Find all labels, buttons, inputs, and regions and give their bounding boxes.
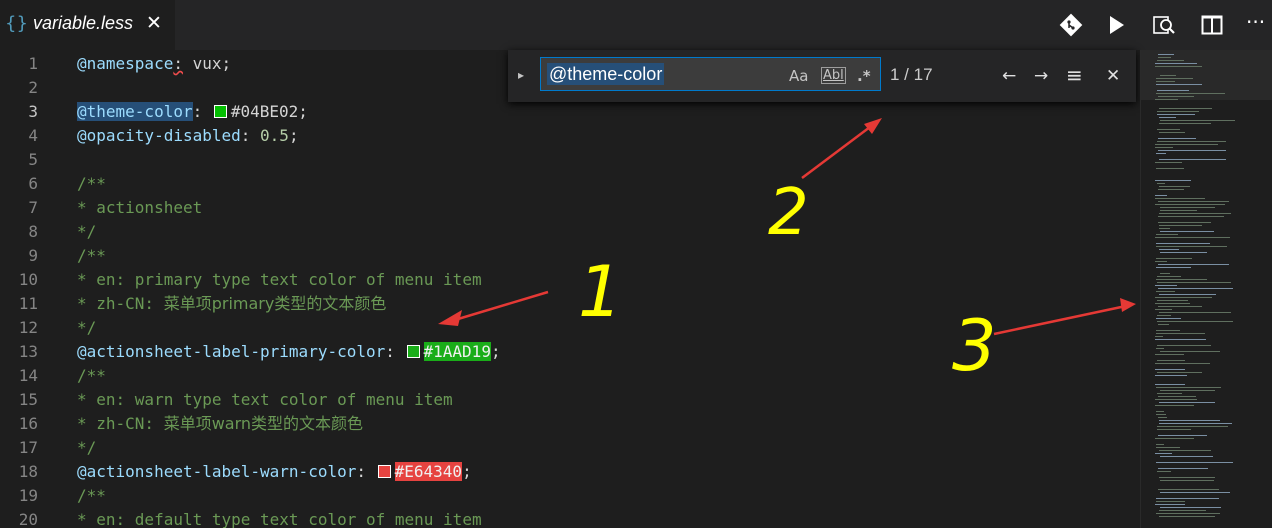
annotation-arrowhead-3 <box>1120 298 1136 312</box>
annotation-label-3: 3 <box>952 305 997 387</box>
annotation-arrowhead-2 <box>864 118 882 134</box>
annotation-label-1: 1 <box>578 251 623 333</box>
annotation-arrow-2 <box>801 123 875 179</box>
annotation-arrow-1 <box>447 290 549 324</box>
annotation-arrowhead-1 <box>438 310 462 326</box>
annotation-overlay: 1 2 3 <box>438 118 1136 387</box>
annotation-arrow-3 <box>993 304 1127 336</box>
annotation-label-2: 2 <box>768 176 809 250</box>
